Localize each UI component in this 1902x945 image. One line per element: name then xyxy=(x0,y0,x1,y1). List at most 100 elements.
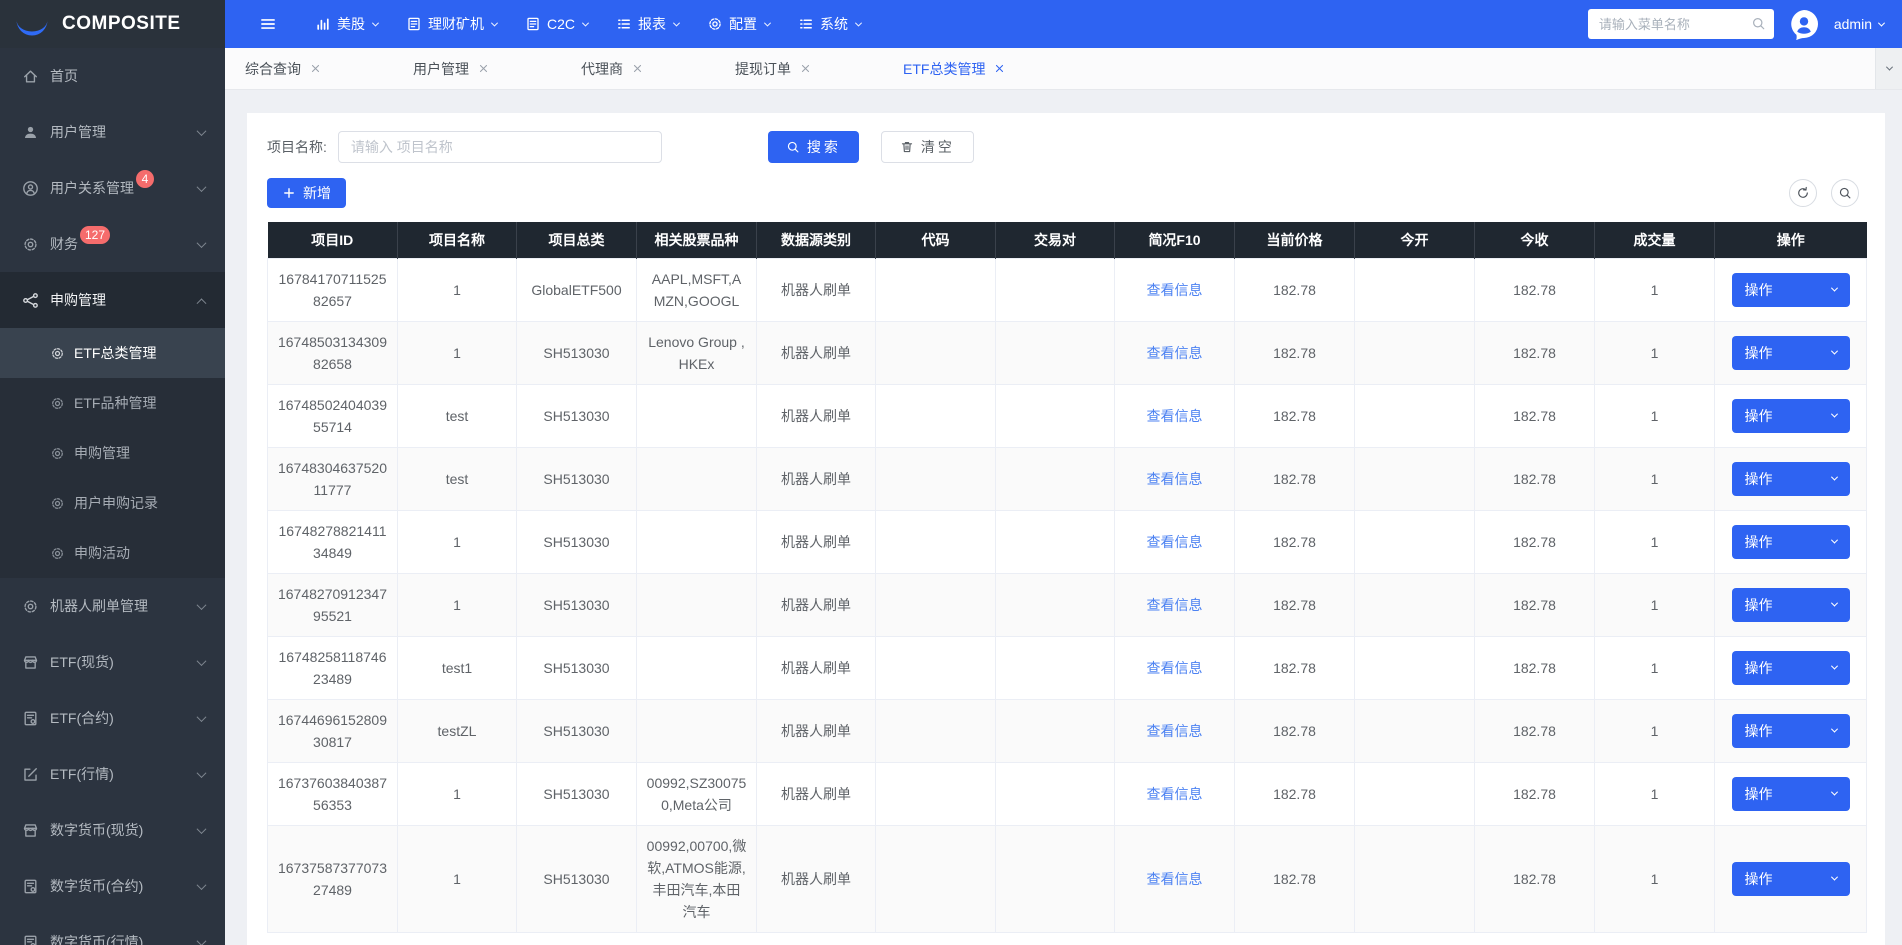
chevron-up-icon xyxy=(197,298,207,308)
sidebar-subitem-0[interactable]: ETF总类管理 xyxy=(0,328,225,378)
close-icon[interactable] xyxy=(994,63,1005,74)
nav-menu-3[interactable]: 报表 xyxy=(602,0,693,48)
sidebar-item-10[interactable]: 数字货币(合约) xyxy=(0,858,225,914)
cell-price: 182.78 xyxy=(1235,762,1355,825)
tab-label: ETF总类管理 xyxy=(903,59,985,79)
column-header: 当前价格 xyxy=(1235,222,1355,258)
sidebar-item-11[interactable]: 数字货币(行情) xyxy=(0,914,225,945)
view-info-link[interactable]: 查看信息 xyxy=(1147,723,1203,739)
cell-project-type: GlobalETF500 xyxy=(517,258,637,321)
row-action-button[interactable]: 操作 xyxy=(1732,777,1850,811)
sidebar-item-8[interactable]: ETF(行情) xyxy=(0,746,225,802)
cell-actions: 操作 xyxy=(1715,762,1867,825)
sidebar-item-1[interactable]: 用户管理 xyxy=(0,104,225,160)
tab-label: 综合查询 xyxy=(245,59,301,79)
nav-menu-2[interactable]: C2C xyxy=(511,0,602,48)
search-button[interactable]: 搜索 xyxy=(768,131,859,163)
row-action-button[interactable]: 操作 xyxy=(1732,399,1850,433)
cell-project-name: 1 xyxy=(398,321,517,384)
sidebar-item-label: 用户管理 xyxy=(50,122,106,142)
sidebar-item-2[interactable]: 用户关系管理4 xyxy=(0,160,225,216)
sidebar-item-0[interactable]: 首页 xyxy=(0,48,225,104)
sidebar-item-label: 申购管理 xyxy=(50,290,106,310)
user-menu[interactable]: admin xyxy=(1834,16,1884,32)
chevron-down-icon xyxy=(1830,663,1837,670)
toolbar-icons xyxy=(1789,179,1859,207)
sidebar-subitem-3[interactable]: 用户申购记录 xyxy=(0,478,225,528)
close-icon[interactable] xyxy=(632,63,643,74)
chevron-down-icon xyxy=(1830,348,1837,355)
row-action-button[interactable]: 操作 xyxy=(1732,273,1850,307)
chevron-down-icon xyxy=(764,19,771,26)
column-header: 成交量 xyxy=(1595,222,1715,258)
chevron-down-icon xyxy=(197,768,207,778)
row-action-button[interactable]: 操作 xyxy=(1732,714,1850,748)
clear-button[interactable]: 清空 xyxy=(881,131,974,163)
sidebar-item-5[interactable]: 机器人刷单管理 xyxy=(0,578,225,634)
column-search-button[interactable] xyxy=(1831,179,1859,207)
sidebar-subitem-2[interactable]: 申购管理 xyxy=(0,428,225,478)
nav-menu-5[interactable]: 系统 xyxy=(784,0,875,48)
row-action-label: 操作 xyxy=(1745,784,1773,804)
cell-stocks: 00992,SZ300750,Meta公司 xyxy=(637,762,757,825)
row-action-button[interactable]: 操作 xyxy=(1732,588,1850,622)
row-action-label: 操作 xyxy=(1745,595,1773,615)
view-info-link[interactable]: 查看信息 xyxy=(1147,597,1203,613)
cell-actions: 操作 xyxy=(1715,447,1867,510)
row-action-button[interactable]: 操作 xyxy=(1732,462,1850,496)
menu-search-input[interactable] xyxy=(1588,9,1774,39)
sidebar-subitem-1[interactable]: ETF品种管理 xyxy=(0,378,225,428)
close-icon[interactable] xyxy=(310,63,321,74)
close-icon[interactable] xyxy=(800,63,811,74)
row-action-button[interactable]: 操作 xyxy=(1732,336,1850,370)
tab-0[interactable]: 综合查询 xyxy=(245,59,321,79)
tab-1[interactable]: 用户管理 xyxy=(413,59,489,79)
sidebar-subitem-label: ETF总类管理 xyxy=(74,343,156,363)
sidebar-subitem-4[interactable]: 申购活动 xyxy=(0,528,225,578)
gear-icon xyxy=(707,16,723,32)
cell-f10: 查看信息 xyxy=(1115,258,1235,321)
row-action-button[interactable]: 操作 xyxy=(1732,862,1850,896)
nav-menu-4[interactable]: 配置 xyxy=(693,0,784,48)
tab-3[interactable]: 提现订单 xyxy=(735,59,811,79)
chevron-down-icon xyxy=(673,19,680,26)
sidebar-item-9[interactable]: 数字货币(现货) xyxy=(0,802,225,858)
cell-close: 182.78 xyxy=(1475,447,1595,510)
sidebar-item-6[interactable]: ETF(现货) xyxy=(0,634,225,690)
sidebar-item-4[interactable]: 申购管理 xyxy=(0,272,225,328)
row-action-button[interactable]: 操作 xyxy=(1732,525,1850,559)
nav-menu-1[interactable]: 理财矿机 xyxy=(392,0,511,48)
cell-project-id: 1674827091234795521 xyxy=(268,573,398,636)
view-info-link[interactable]: 查看信息 xyxy=(1147,786,1203,802)
sidebar-item-3[interactable]: 财务127 xyxy=(0,216,225,272)
avatar[interactable] xyxy=(1788,8,1820,40)
refresh-button[interactable] xyxy=(1789,179,1817,207)
cell-close: 182.78 xyxy=(1475,321,1595,384)
view-info-link[interactable]: 查看信息 xyxy=(1147,534,1203,550)
view-info-link[interactable]: 查看信息 xyxy=(1147,345,1203,361)
sidebar-item-7[interactable]: ETF(合约) xyxy=(0,690,225,746)
tab-2[interactable]: 代理商 xyxy=(581,59,643,79)
tab-4[interactable]: ETF总类管理 xyxy=(903,59,1005,79)
table-row: 1674850240403955714 test SH513030 机器人刷单 … xyxy=(268,384,1867,447)
cell-volume: 1 xyxy=(1595,699,1715,762)
tabs-overflow-button[interactable] xyxy=(1875,48,1902,89)
column-header: 数据源类别 xyxy=(757,222,876,258)
view-info-link[interactable]: 查看信息 xyxy=(1147,871,1203,887)
cell-price: 182.78 xyxy=(1235,699,1355,762)
hamburger-icon[interactable] xyxy=(259,15,277,33)
column-header: 代码 xyxy=(876,222,996,258)
view-info-link[interactable]: 查看信息 xyxy=(1147,660,1203,676)
row-action-button[interactable]: 操作 xyxy=(1732,651,1850,685)
table-header-row: 项目ID项目名称项目总类相关股票品种数据源类别代码交易对简况F10当前价格今开今… xyxy=(268,222,1867,258)
view-info-link[interactable]: 查看信息 xyxy=(1147,408,1203,424)
nav-menu-0[interactable]: 美股 xyxy=(301,0,392,48)
add-button[interactable]: 新增 xyxy=(267,178,346,208)
project-name-input[interactable] xyxy=(338,131,662,163)
cell-project-type: SH513030 xyxy=(517,447,637,510)
close-icon[interactable] xyxy=(478,63,489,74)
user-circle-icon xyxy=(22,180,39,197)
view-info-link[interactable]: 查看信息 xyxy=(1147,471,1203,487)
cell-project-name: test xyxy=(398,384,517,447)
view-info-link[interactable]: 查看信息 xyxy=(1147,282,1203,298)
